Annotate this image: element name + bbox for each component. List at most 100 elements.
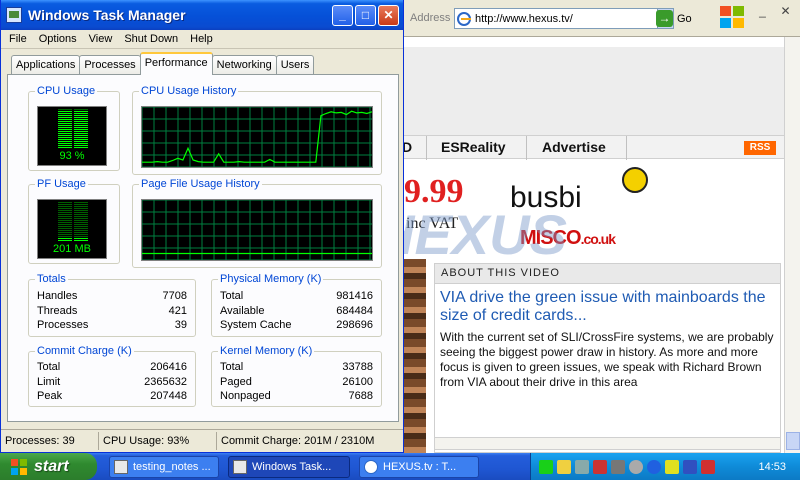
tab-processes[interactable]: Processes (79, 55, 141, 75)
clock: 14:53 (758, 460, 786, 473)
network-icon[interactable] (575, 459, 589, 474)
scrollbar-thumb[interactable] (786, 432, 800, 450)
maximize-button[interactable]: □ (355, 4, 376, 26)
pf-history-group: Page File Usage History (132, 178, 382, 268)
inner-scrollbar[interactable] (434, 437, 781, 450)
cpu-tray-icon[interactable] (539, 459, 553, 474)
task-manager-icon (6, 7, 22, 23)
menu-bar: File Options View Shut Down Help (1, 30, 403, 49)
stat-row: System Cache 298696 (220, 319, 373, 331)
meter-segment (58, 210, 72, 211)
menu-file[interactable]: File (3, 33, 33, 45)
go-button[interactable]: → Go (656, 10, 692, 27)
menu-view[interactable]: View (83, 33, 119, 45)
stat-label: Handles (37, 290, 78, 302)
stat-label: Total (37, 361, 61, 373)
meter-segment (58, 131, 72, 132)
stat-row: Limit 2365632 (37, 376, 187, 388)
address-url[interactable]: http://www.hexus.tv/ (475, 13, 657, 25)
system-tray: 14:53 (530, 453, 800, 480)
nav-divider (626, 136, 627, 160)
security-icon[interactable] (701, 459, 715, 474)
tab-users[interactable]: Users (275, 55, 315, 75)
window-title: Windows Task Manager (28, 7, 186, 23)
tab-networking[interactable]: Networking (211, 55, 277, 75)
menu-help[interactable]: Help (184, 33, 219, 45)
site-nav: D ESReality Advertise RSS (402, 135, 784, 160)
meter-segment (74, 216, 88, 217)
header-band (404, 37, 784, 135)
task-windows-task-manager[interactable]: Windows Task... (228, 455, 350, 478)
network-error-icon[interactable] (611, 459, 625, 474)
nav-item-advertise[interactable]: Advertise (542, 139, 606, 155)
about-video-panel: ABOUT THIS VIDEO VIA drive the green iss… (434, 263, 781, 453)
stat-row: Processes 39 (37, 319, 187, 331)
stat-label: Processes (37, 319, 89, 331)
stat-label: Peak (37, 390, 63, 402)
meter-segment (58, 240, 72, 241)
meter-segment (74, 232, 88, 233)
browser-close-icon[interactable]: ✕ (775, 2, 796, 20)
cpu-history-graph (141, 106, 373, 168)
shield-icon[interactable] (557, 459, 571, 474)
meter-segment (74, 143, 88, 144)
bluetooth-icon[interactable] (647, 459, 661, 474)
pf-history-graph (141, 199, 373, 261)
task-manager-icon (233, 459, 247, 474)
menu-shut-down[interactable]: Shut Down (118, 33, 184, 45)
minimize-button[interactable]: _ (332, 4, 353, 26)
page-scrollbar[interactable] (784, 37, 800, 453)
stat-label: Paged (220, 376, 252, 388)
meter-segment (58, 141, 72, 142)
app-tray-icon[interactable] (665, 459, 679, 474)
browser-minimize-icon[interactable]: _ (752, 2, 773, 20)
meter-segment (58, 143, 72, 144)
bee-icon (622, 167, 648, 193)
volume-icon[interactable] (629, 459, 643, 474)
task-label: HEXUS.tv : T... (383, 460, 457, 473)
tab-applications[interactable]: Applications (11, 55, 81, 75)
meter-segment (74, 218, 88, 219)
windows-flag-icon (720, 6, 744, 28)
meter-segment (74, 139, 88, 140)
meter-segment (58, 121, 72, 122)
meter-segment (58, 218, 72, 219)
meter-segment (74, 228, 88, 229)
address-bar[interactable]: http://www.hexus.tv/ ▼ (454, 8, 674, 29)
meter-segment (58, 111, 72, 112)
meter-segment (74, 121, 88, 122)
stat-value: 2365632 (144, 376, 187, 388)
start-button[interactable]: start (0, 453, 97, 480)
tab-performance[interactable]: Performance (139, 52, 213, 75)
meter-segment (58, 208, 72, 209)
meter-segment (58, 115, 72, 116)
kernel-memory-label: Kernel Memory (K) (218, 345, 315, 357)
video-thumbnail[interactable] (404, 259, 426, 453)
meter-segment (74, 236, 88, 237)
title-bar[interactable]: Windows Task Manager _ □ ✕ (1, 0, 403, 30)
stat-row: Total 981416 (220, 290, 373, 302)
meter-segment (74, 238, 88, 239)
stat-label: Limit (37, 376, 61, 388)
meter-segment (74, 230, 88, 231)
rss-button[interactable]: RSS (744, 141, 776, 155)
video-title-link[interactable]: VIA drive the green issue with mainboard… (440, 289, 776, 325)
task-manager-window: Windows Task Manager _ □ ✕ File Options … (0, 0, 404, 453)
pf-meter-bars (58, 202, 88, 241)
task-hexus-browser[interactable]: HEXUS.tv : T... (359, 455, 479, 478)
app-tray-icon[interactable] (683, 459, 697, 474)
network-error-icon[interactable] (593, 459, 607, 474)
meter-segment (58, 222, 72, 223)
stat-label: Threads (37, 305, 78, 317)
go-arrow-icon: → (656, 10, 673, 27)
nav-item-esreality[interactable]: ESReality (441, 139, 506, 155)
close-button[interactable]: ✕ (378, 4, 399, 26)
stat-label: Total (220, 361, 244, 373)
meter-segment (74, 133, 88, 134)
web-page: D ESReality Advertise RSS 9.99 inc VAT b… (374, 37, 800, 453)
cpu-history-label: CPU Usage History (139, 85, 239, 97)
task-testing-notes[interactable]: testing_notes ... (109, 455, 219, 478)
task-label: Windows Task... (252, 460, 332, 473)
meter-segment (74, 206, 88, 207)
menu-options[interactable]: Options (33, 33, 83, 45)
